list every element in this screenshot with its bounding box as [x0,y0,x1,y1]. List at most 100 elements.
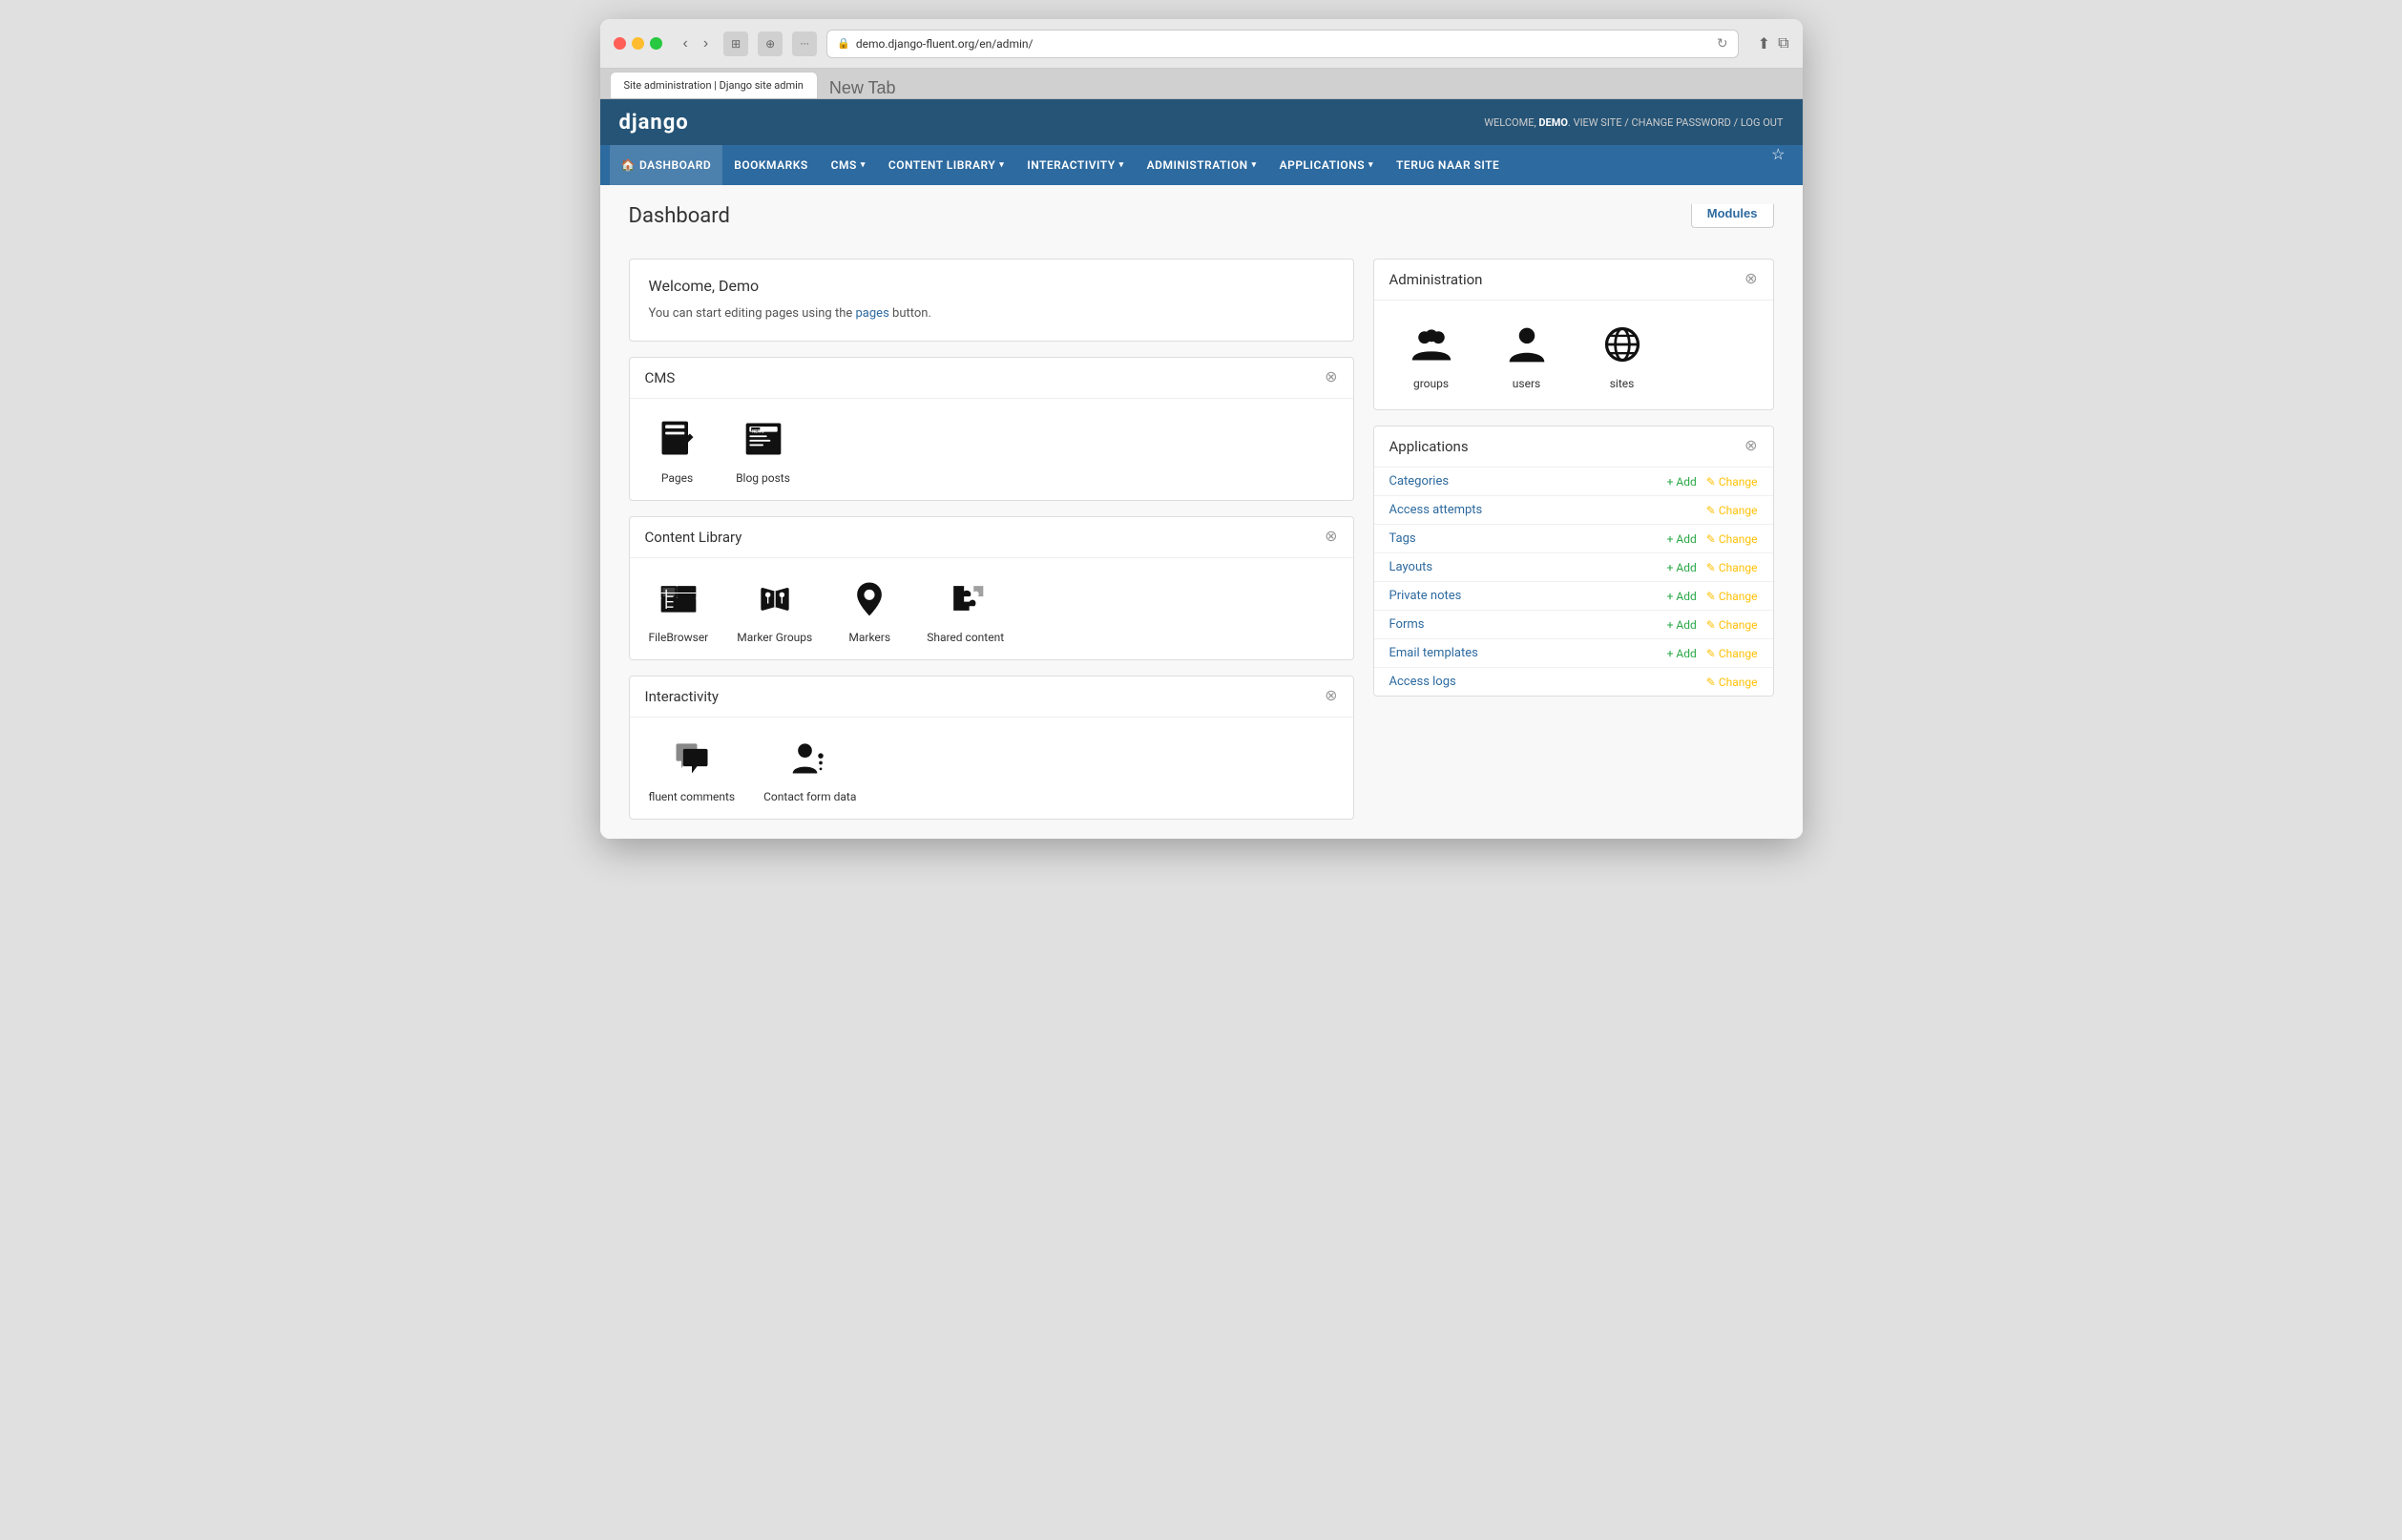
app-change-categories[interactable]: ✎ Change [1706,475,1758,489]
nav-administration[interactable]: ADMINISTRATION ▾ [1136,145,1268,185]
welcome-title: Welcome, Demo [649,277,1334,295]
markers-icon-item[interactable]: Markers [841,573,898,644]
app-row: Categories+ Add ✎ Change [1374,468,1773,496]
nav-interactivity[interactable]: INTERACTIVITY ▾ [1015,145,1135,185]
content-library-close[interactable]: ⊗ [1325,530,1337,545]
welcome-box: Welcome, Demo You can start editing page… [629,259,1354,342]
sites-icon-item[interactable]: sites [1594,320,1651,390]
app-row: Private notes+ Add ✎ Change [1374,582,1773,611]
app-change-email-templates[interactable]: ✎ Change [1706,647,1758,660]
filebrowser-icon-item[interactable]: FileBrowser [649,573,709,644]
contact-form-data-icon-item[interactable]: Contact form data [763,733,856,803]
blog-posts-label: Blog posts [736,471,790,485]
modules-button[interactable]: Modules [1691,204,1774,228]
nav-dashboard[interactable]: 🏠 DASHBOARD [610,145,723,185]
reload-icon[interactable]: ↻ [1717,36,1728,52]
app-name-forms[interactable]: Forms [1389,617,1667,632]
users-label: users [1513,377,1540,390]
shared-content-label: Shared content [927,631,1004,644]
url-bar[interactable]: 🔒 demo.django-fluent.org/en/admin/ ↻ [826,30,1739,58]
share-button[interactable]: ⬆ [1758,34,1770,53]
lock-icon: 🔒 [837,37,850,50]
cms-section-close[interactable]: ⊗ [1325,370,1337,385]
pages-link[interactable]: pages [856,306,889,321]
fluent-comments-icon-item[interactable]: fluent comments [649,733,736,803]
minimize-button[interactable] [632,37,644,50]
cms-dropdown-arrow: ▾ [861,160,866,170]
nav-cms[interactable]: CMS ▾ [820,145,877,185]
app-name-layouts[interactable]: Layouts [1389,560,1667,574]
interactivity-section: Interactivity ⊗ [629,676,1354,820]
nav-content-library[interactable]: CONTENT LIBRARY ▾ [877,145,1015,185]
app-add-layouts[interactable]: + Add [1667,561,1697,574]
app-actions-private-notes: + Add ✎ Change [1667,590,1758,603]
log-out-link[interactable]: LOG OUT [1741,116,1784,129]
home-icon: 🏠 [621,158,636,172]
app-add-tags[interactable]: + Add [1667,532,1697,546]
app-change-access-logs[interactable]: ✎ Change [1706,676,1758,689]
nav-terug[interactable]: TERUG NAAR SITE [1385,145,1511,185]
back-button[interactable]: ‹ [678,32,694,55]
more-icon: ··· [792,31,817,56]
change-password-link[interactable]: CHANGE PASSWORD [1631,116,1730,129]
app-row: Access attempts✎ Change [1374,496,1773,525]
administration-widget: Administration ⊗ [1373,259,1774,410]
dashboard-layout: Welcome, Demo You can start editing page… [629,259,1774,820]
administration-widget-close[interactable]: ⊗ [1744,272,1757,287]
app-add-private-notes[interactable]: + Add [1667,590,1697,603]
applications-widget: Applications ⊗ Categories+ Add✎ ChangeAc… [1373,426,1774,697]
maximize-button[interactable] [650,37,662,50]
contact-form-data-icon-box [785,733,835,782]
app-name-email-templates[interactable]: Email templates [1389,646,1667,660]
administration-widget-header: Administration ⊗ [1374,260,1773,301]
contact-form-data-label: Contact form data [763,790,856,803]
right-column: Administration ⊗ [1373,259,1774,820]
active-tab[interactable]: Site administration | Django site admin [610,72,818,98]
blog-posts-icon-box: NEWS [739,414,788,464]
view-site-link[interactable]: VIEW SITE [1574,116,1622,129]
app-change-tags[interactable]: ✎ Change [1706,532,1758,546]
app-change-private-notes[interactable]: ✎ Change [1706,590,1758,603]
traffic-lights [614,37,662,50]
browser-titlebar: ‹ › ⊞ ⊕ ··· 🔒 demo.django-fluent.org/en/… [600,19,1803,69]
nav-bookmarks[interactable]: BOOKMARKS [722,145,819,185]
users-icon-item[interactable]: users [1498,320,1556,390]
nav-applications[interactable]: APPLICATIONS ▾ [1268,145,1385,185]
blog-posts-icon-item[interactable]: NEWS Blog posts [735,414,792,485]
app-row: Forms+ Add ✎ Change [1374,611,1773,639]
forward-button[interactable]: › [698,32,714,55]
administration-widget-title: Administration [1389,271,1483,288]
app-name-private-notes[interactable]: Private notes [1389,589,1667,603]
app-name-tags[interactable]: Tags [1389,531,1667,546]
star-icon[interactable]: ☆ [1764,145,1792,185]
cms-section-title: CMS [645,369,676,386]
new-window-button[interactable]: ⧉ [1778,34,1788,53]
app-name-access-logs[interactable]: Access logs [1389,675,1706,689]
content-library-title: Content Library [645,529,742,546]
applications-widget-close[interactable]: ⊗ [1744,439,1757,454]
new-tab-button[interactable]: New Tab [824,78,902,98]
close-button[interactable] [614,37,626,50]
toolbar-right: ⬆ ⧉ [1758,34,1789,53]
app-actions-forms: + Add ✎ Change [1667,618,1758,632]
app-add-categories[interactable]: + Add [1667,475,1697,489]
app-change-access-attempts[interactable]: ✎ Change [1706,504,1758,517]
extensions-icon: ⊕ [758,31,783,56]
app-name-access-attempts[interactable]: Access attempts [1389,503,1706,517]
app-name-categories[interactable]: Categories [1389,474,1667,489]
app-add-forms[interactable]: + Add [1667,618,1697,632]
interactivity-close[interactable]: ⊗ [1325,689,1337,704]
pages-icon-item[interactable]: Pages [649,414,706,485]
filebrowser-icon-box [654,573,703,623]
django-logo: django [619,111,689,135]
marker-groups-icon-item[interactable]: Marker Groups [737,573,812,644]
shared-content-icon-item[interactable]: Shared content [927,573,1004,644]
app-change-layouts[interactable]: ✎ Change [1706,561,1758,574]
app-add-email-templates[interactable]: + Add [1667,647,1697,660]
app-change-forms[interactable]: ✎ Change [1706,618,1758,632]
content-library-dropdown-arrow: ▾ [999,160,1004,170]
groups-icon-item[interactable]: groups [1403,320,1460,390]
administration-dropdown-arrow: ▾ [1252,160,1257,170]
url-text: demo.django-fluent.org/en/admin/ [856,37,1034,51]
blog-posts-icon: NEWS [742,418,784,460]
